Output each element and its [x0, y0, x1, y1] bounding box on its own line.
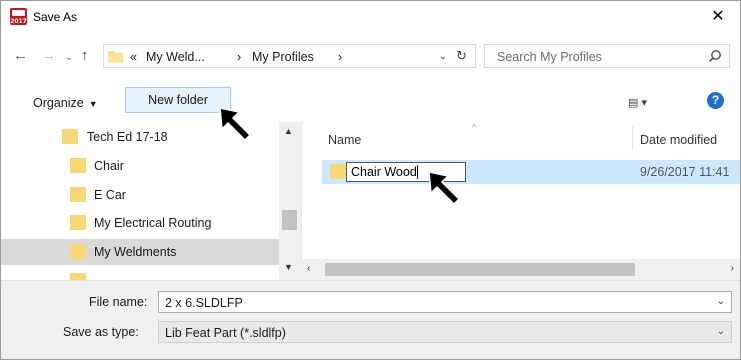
tree-item-e-car[interactable]: E Car — [1, 182, 279, 208]
folder-icon — [108, 51, 123, 63]
save-as-type-dropdown-chevron-icon[interactable]: ⌄ — [717, 326, 725, 337]
scroll-left-arrow-icon[interactable]: ‹ — [307, 263, 310, 274]
file-list: Name ^ Date modified Chair Wood 9/26/201… — [301, 122, 740, 280]
breadcrumb-my-profiles[interactable]: My Profiles — [252, 50, 314, 64]
tree-item-label: E Car — [94, 188, 126, 202]
refresh-icon[interactable]: ↻ — [456, 48, 467, 64]
search-input[interactable]: Search My Profiles — [497, 50, 602, 64]
annotation-pointer-arrow-icon — [219, 107, 252, 142]
search-box[interactable]: Search My Profiles — [484, 44, 730, 68]
breadcrumb-my-weldments[interactable]: My Weld... — [146, 50, 205, 64]
breadcrumb-overflow[interactable]: « — [130, 50, 137, 64]
window-title: Save As — [33, 10, 78, 24]
tree-item-my-weldments[interactable]: My Weldments — [1, 239, 279, 265]
back-arrow-icon[interactable]: ← — [13, 48, 28, 64]
tree-scroll-thumb[interactable] — [282, 210, 297, 230]
text-cursor — [416, 165, 418, 179]
tree-item-my-electrical-routing[interactable]: My Electrical Routing — [1, 210, 279, 236]
save-as-dialog: 2017 Save As ✕ ← → ⌄ ↑ « My Weld... › My… — [0, 0, 741, 360]
tree-item-label: My Electrical Routing — [94, 216, 212, 230]
organize-label: Organize — [33, 96, 84, 110]
save-as-type-select[interactable]: Lib Feat Part (*.sldlfp) ⌄ — [158, 321, 732, 343]
list-item-chair-wood[interactable]: Chair Wood 9/26/2017 11:41 — [322, 160, 740, 184]
list-scroll-thumb[interactable] — [325, 263, 635, 276]
tree-item-label: My Weldments — [94, 245, 177, 259]
breadcrumb-separator[interactable]: › — [237, 50, 241, 64]
address-bar[interactable]: « My Weld... › My Profiles › ⌄ ↻ — [103, 44, 476, 68]
save-as-type-value: Lib Feat Part (*.sldlfp) — [165, 326, 286, 340]
save-options-panel: File name: 2 x 6.SLDLFP ⌄ Save as type: … — [1, 280, 740, 359]
tree-item-label: Chair — [94, 159, 124, 173]
change-view-icon[interactable]: ▤ ▾ — [628, 96, 647, 109]
close-icon: ✕ — [711, 8, 725, 25]
close-button[interactable]: ✕ — [696, 1, 740, 32]
column-header-name[interactable]: Name — [328, 133, 361, 147]
save-as-type-label: Save as type: — [63, 325, 139, 339]
tree-item-label: Tech Ed 17-18 — [87, 130, 168, 144]
folder-icon — [70, 244, 86, 259]
help-icon[interactable]: ? — [707, 92, 724, 109]
annotation-pointer-arrow-icon — [428, 171, 461, 206]
scroll-right-arrow-icon[interactable]: › — [731, 263, 734, 274]
recent-locations-chevron-icon[interactable]: ⌄ — [65, 50, 73, 66]
column-header-date-modified[interactable]: Date modified — [640, 133, 717, 147]
tree-item-partial[interactable] — [1, 268, 279, 280]
title-bar: 2017 Save As ✕ — [1, 1, 740, 32]
sort-ascending-icon: ^ — [472, 122, 477, 132]
date-modified-value: 9/26/2017 11:41 — [640, 165, 730, 179]
column-divider[interactable] — [632, 126, 633, 150]
scroll-down-arrow-icon[interactable]: ▼ — [284, 262, 293, 272]
command-toolbar: Organize ▼ New folder ▤ ▾ ? — [1, 82, 740, 122]
search-icon[interactable] — [708, 49, 722, 63]
up-arrow-icon[interactable]: ↑ — [81, 48, 89, 64]
rename-value: Chair Wood — [351, 165, 417, 179]
file-name-input[interactable]: 2 x 6.SLDLFP ⌄ — [158, 291, 732, 313]
file-name-value: 2 x 6.SLDLFP — [165, 296, 243, 310]
tree-vertical-scrollbar[interactable]: ▲ ▼ — [279, 122, 301, 280]
navigation-bar: ← → ⌄ ↑ « My Weld... › My Profiles › ⌄ ↻… — [1, 32, 740, 82]
breadcrumb-separator-end[interactable]: › — [338, 50, 342, 64]
file-name-dropdown-chevron-icon[interactable]: ⌄ — [717, 296, 725, 307]
folder-icon — [62, 129, 78, 144]
address-dropdown-chevron-icon[interactable]: ⌄ — [439, 51, 447, 62]
file-name-label: File name: — [89, 295, 148, 309]
new-folder-button[interactable]: New folder — [125, 87, 231, 113]
forward-arrow-icon[interactable]: → — [41, 48, 56, 64]
folder-icon — [70, 187, 86, 202]
folder-icon — [70, 215, 86, 230]
folder-icon — [70, 273, 86, 280]
navigation-pane: Tech Ed 17-18 Chair E Car My Electrical … — [1, 122, 301, 280]
scroll-up-arrow-icon[interactable]: ▲ — [284, 126, 293, 136]
organize-dropdown-icon: ▼ — [88, 99, 98, 109]
solidworks-app-icon: 2017 — [10, 8, 27, 25]
app-icon-year: 2017 — [10, 18, 27, 25]
organize-button[interactable]: Organize ▼ — [33, 96, 98, 110]
folder-icon — [330, 164, 346, 179]
folder-icon — [70, 158, 86, 173]
tree-item-chair[interactable]: Chair — [1, 153, 279, 179]
list-horizontal-scrollbar[interactable]: ‹ › — [301, 259, 740, 280]
